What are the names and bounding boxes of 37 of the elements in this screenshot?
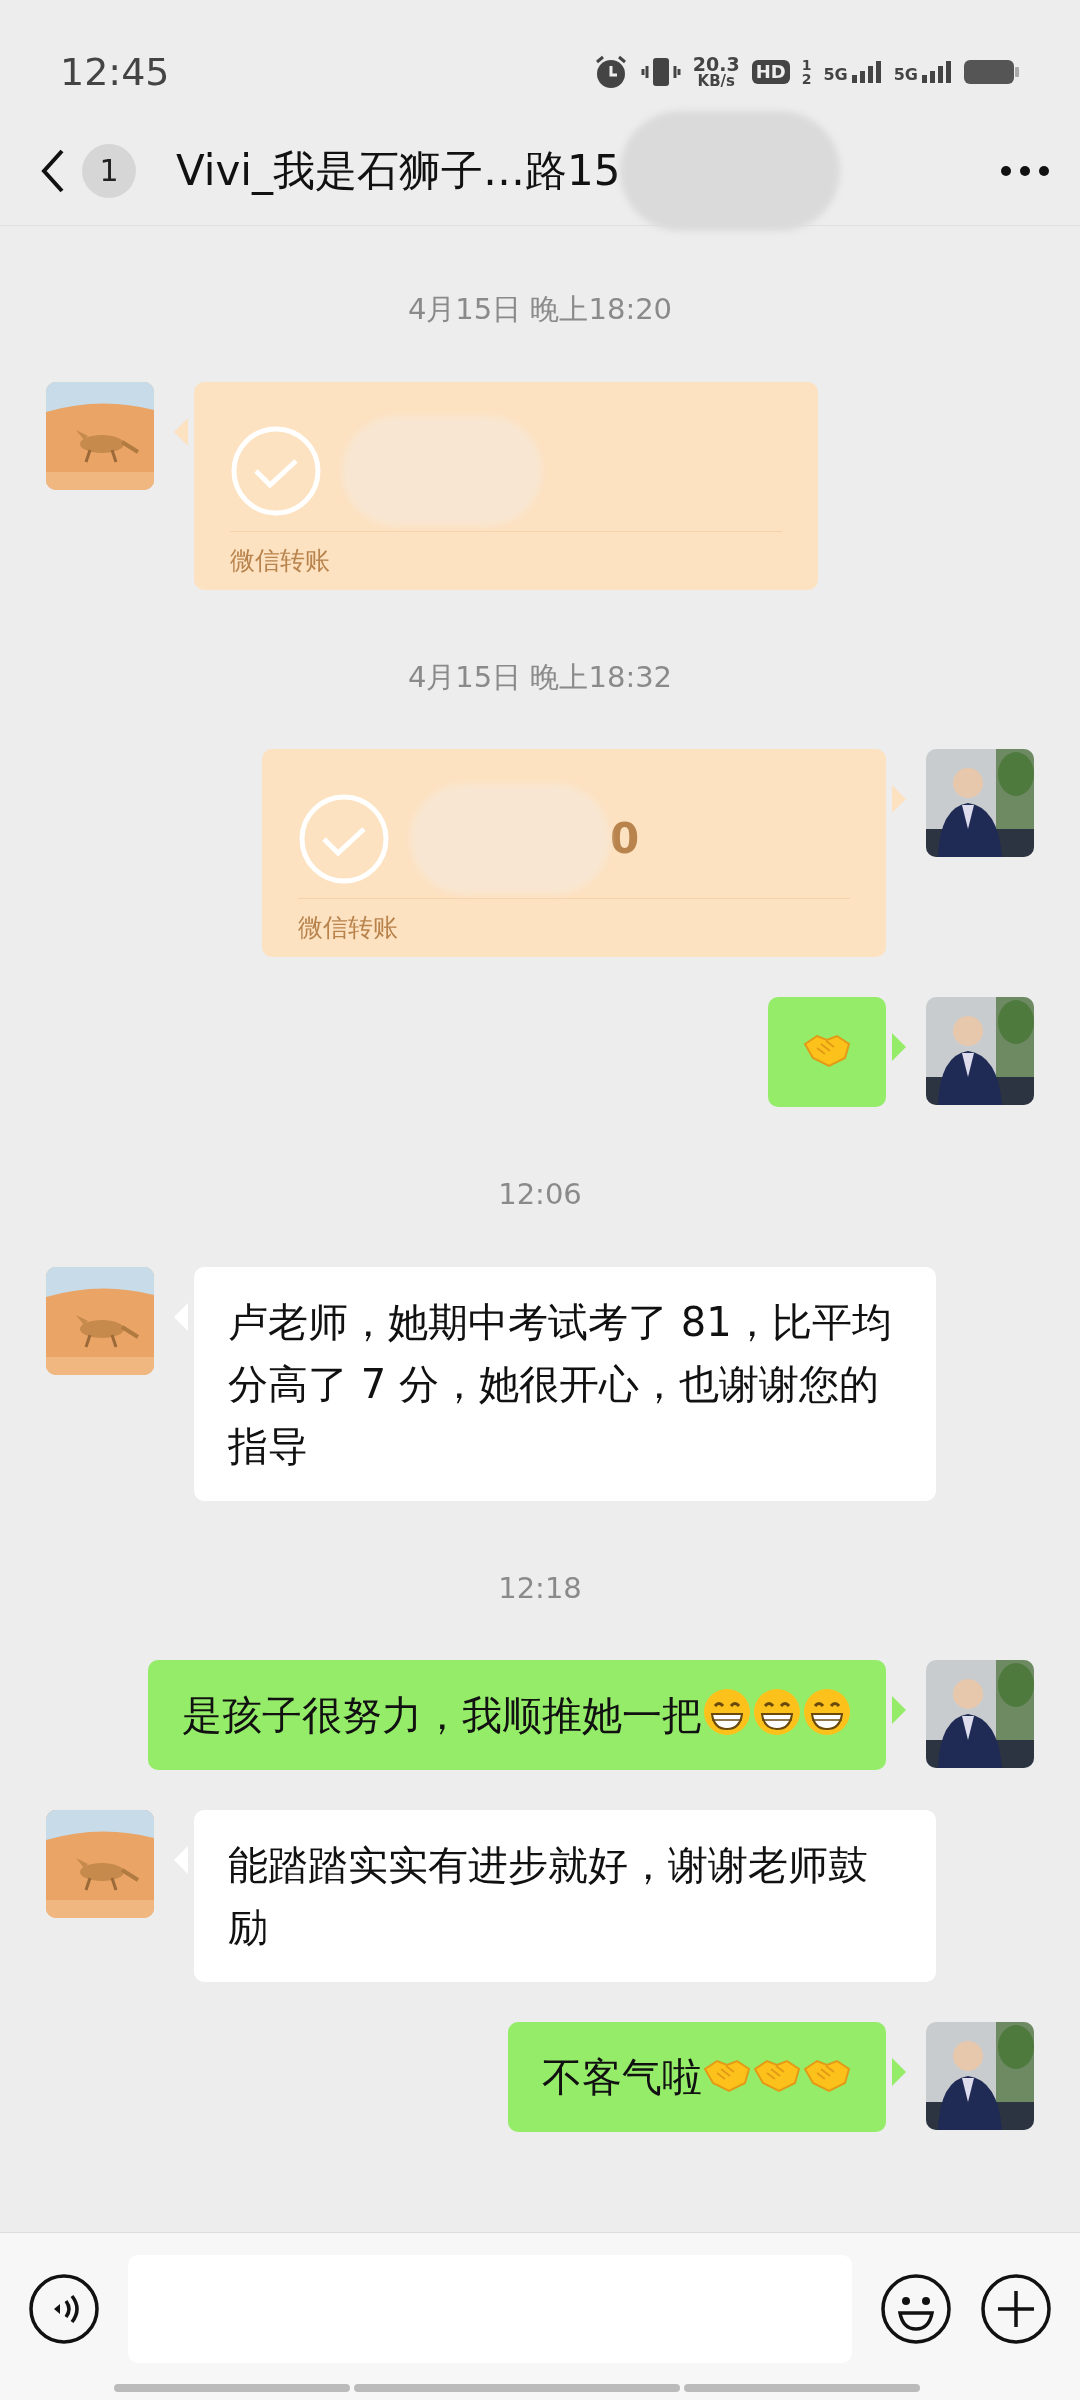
bubble-tail xyxy=(892,1033,906,1061)
check-circle-icon xyxy=(298,792,390,885)
message-bubble: 不客气啦 xyxy=(508,2022,886,2132)
transfer-amount: 0 xyxy=(610,813,640,865)
bubble-tail xyxy=(892,785,906,813)
bubble-tail xyxy=(892,2058,906,2086)
hd-badge: HD xyxy=(751,60,790,84)
timestamp: 4月15日 晚上18:32 xyxy=(406,658,674,696)
signal-icon xyxy=(922,61,952,83)
bubble-tail xyxy=(892,1696,906,1724)
more-icon[interactable] xyxy=(1000,164,1050,177)
signal-icon xyxy=(851,61,882,83)
transfer-card[interactable]: 微信转账 xyxy=(194,381,818,590)
timestamp: 12:06 xyxy=(497,1176,583,1213)
chat-title: Vivi_我是石狮子…路15 xyxy=(176,145,621,197)
transfer-label: 微信转账 xyxy=(230,544,331,577)
sim-number: 1 xyxy=(801,58,812,72)
transfer-label: 微信转账 xyxy=(298,912,399,944)
voice-icon[interactable] xyxy=(28,2272,100,2345)
message-bubble: 能踏踏实实有进步就好，谢谢老师鼓励 xyxy=(194,1810,936,1982)
network-label: 5G xyxy=(823,67,848,83)
speed-unit: KB/s xyxy=(696,74,736,89)
emoji-icon[interactable] xyxy=(880,2272,952,2345)
speed-value: 20.3 xyxy=(692,55,740,74)
battery-icon xyxy=(964,58,1020,86)
transfer-card[interactable]: 0 微信转账 xyxy=(262,749,886,957)
back-icon[interactable] xyxy=(40,147,66,194)
message-bubble: 卢老师，她期中考试考了 81，比平均分高了 7 分，她很开心，也谢谢您的指导 xyxy=(194,1266,936,1501)
timestamp: 4月15日 晚上18:20 xyxy=(406,291,674,328)
unread-count: 1 xyxy=(82,143,136,198)
network-label: 5G xyxy=(893,67,918,83)
add-icon[interactable] xyxy=(980,2272,1052,2345)
status-time: 12:45 xyxy=(60,48,170,96)
message-bubble: 是孩子很努力，我顺推她一把 xyxy=(148,1660,886,1770)
sim-number: 2 xyxy=(801,72,812,86)
check-circle-icon xyxy=(230,425,322,517)
timestamp: 12:18 xyxy=(497,1569,583,1607)
